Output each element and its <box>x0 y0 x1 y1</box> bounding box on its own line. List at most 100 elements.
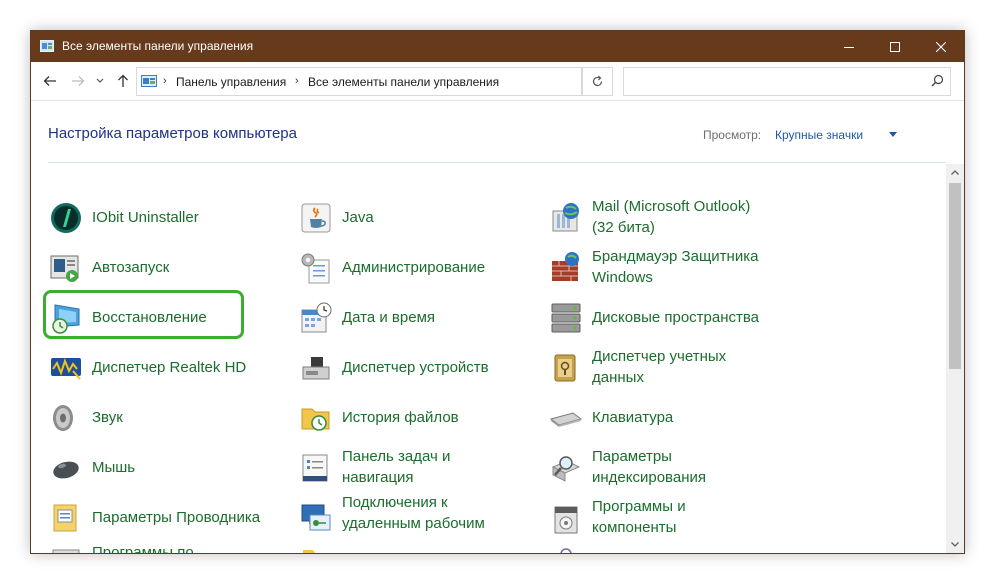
device-manager-icon <box>302 357 330 380</box>
item-date-time[interactable]: Дата и время <box>299 301 539 347</box>
minimize-button[interactable] <box>826 31 872 62</box>
iobit-icon <box>51 203 81 233</box>
item-label: Дисковые пространства <box>592 309 760 326</box>
breadcrumb-all-items[interactable]: Все элементы панели управления <box>308 75 499 89</box>
item-label-line: навигация <box>342 469 414 486</box>
item-label-line: данных <box>592 369 644 386</box>
item-label: Java <box>342 209 374 226</box>
recent-locations-button[interactable] <box>94 71 106 91</box>
close-icon <box>936 41 946 52</box>
scroll-up-button[interactable] <box>946 164 964 181</box>
item-label-line: Параметры <box>592 448 672 465</box>
search-input[interactable] <box>630 72 924 92</box>
item-programs-features[interactable]: Программы и компоненты <box>549 498 789 547</box>
item-indexing-options[interactable]: Параметры индексирования <box>549 448 789 497</box>
breadcrumb-separator-icon[interactable]: › <box>295 75 299 87</box>
view-label: Просмотр: <box>703 128 762 142</box>
vertical-scrollbar[interactable] <box>946 164 964 553</box>
item-realtek-hd[interactable]: Диспетчер Realtek HD <box>49 351 289 397</box>
item-mail-outlook[interactable]: Mail (Microsoft Outlook) (32 бита) <box>549 198 789 247</box>
item-mouse[interactable]: Мышь <box>49 451 289 497</box>
item-administration[interactable]: Администрирование <box>299 251 539 297</box>
back-button[interactable] <box>40 71 60 91</box>
firewall-icon <box>552 252 579 281</box>
title-bar[interactable]: Все элементы панели управления <box>31 31 964 62</box>
arrow-up-icon <box>118 74 128 87</box>
item-label: Подключения к удаленным рабочим <box>342 492 537 534</box>
address-bar[interactable]: › Панель управления › Все элементы панел… <box>136 67 672 96</box>
java-icon <box>301 203 331 233</box>
item-storage-spaces[interactable]: Дисковые пространства <box>549 301 789 347</box>
item-label: Администрирование <box>342 259 486 276</box>
item-label: Диспетчер учетных данных <box>592 346 787 388</box>
forward-button[interactable] <box>68 71 88 91</box>
item-label: Клавиатура <box>592 409 674 426</box>
view-mode-dropdown[interactable]: Крупные значки <box>775 128 863 142</box>
item-keyboard[interactable]: Клавиатура <box>549 401 789 447</box>
item-sound[interactable]: Звук <box>49 401 289 447</box>
breadcrumb-separator-icon[interactable]: › <box>163 75 167 87</box>
item-device-manager[interactable]: Диспетчер устройств <box>299 351 539 397</box>
item-label-line: Windows <box>592 269 653 286</box>
chevron-down-icon <box>951 542 959 547</box>
item-label: Параметры Проводника <box>92 509 261 526</box>
chevron-down-icon <box>96 78 104 83</box>
item-label-line: Подключения к <box>342 494 448 511</box>
item-partial-folder[interactable] <box>299 548 539 553</box>
item-label: История файлов <box>342 409 459 426</box>
refresh-button[interactable] <box>582 67 613 96</box>
maximize-button[interactable] <box>872 31 918 62</box>
item-remote-desktop[interactable]: Подключения к удаленным рабочим <box>299 494 539 547</box>
arrow-left-icon <box>43 76 56 86</box>
item-iobit-uninstaller[interactable]: IObit Uninstaller <box>49 201 289 247</box>
admin-tools-icon <box>301 253 330 284</box>
remote-desktop-icon <box>301 504 331 531</box>
item-label: Параметры индексирования <box>592 446 787 488</box>
item-label: Звук <box>92 409 123 426</box>
breadcrumb-control-panel[interactable]: Панель управления <box>176 75 286 89</box>
control-panel-icon <box>141 75 157 87</box>
item-label-line: удаленным рабочим <box>342 515 485 532</box>
item-label-line: Программы и <box>592 498 686 515</box>
speaker-icon <box>53 405 73 431</box>
arrow-right-icon <box>72 76 85 86</box>
credential-manager-icon <box>554 354 576 382</box>
item-defender-firewall[interactable]: Брандмауэр Защитника Windows <box>549 248 789 297</box>
item-explorer-options[interactable]: Параметры Проводника <box>49 501 289 547</box>
item-label: Мышь <box>92 459 136 476</box>
refresh-icon <box>592 75 603 87</box>
item-partial-magnifier[interactable] <box>549 548 789 553</box>
scroll-thumb[interactable] <box>949 183 961 369</box>
date-time-icon <box>301 302 332 333</box>
folder-icon <box>303 550 329 553</box>
item-label-line: Брандмауэр Защитника <box>592 248 759 265</box>
minimize-icon <box>844 46 854 48</box>
item-label-line: Диспетчер учетных <box>592 348 727 365</box>
item-label: Программы по <box>92 544 194 553</box>
content-header: Настройка параметров компьютера Просмотр… <box>48 101 946 163</box>
taskbar-icon <box>302 454 328 482</box>
item-default-programs[interactable]: Программы по <box>49 542 289 553</box>
item-label: Диспетчер устройств <box>342 359 489 376</box>
item-taskbar-navigation[interactable]: Панель задач и навигация <box>299 448 539 497</box>
search-box[interactable] <box>623 67 951 96</box>
item-label-line: Панель задач и <box>342 448 451 465</box>
control-panel-icon <box>40 40 54 52</box>
caret-down-icon[interactable] <box>889 132 897 137</box>
item-file-history[interactable]: История файлов <box>299 401 539 447</box>
file-history-icon <box>301 408 330 431</box>
search-icon[interactable] <box>931 74 944 87</box>
item-label: IObit Uninstaller <box>92 209 199 226</box>
indexing-icon <box>551 456 581 482</box>
page-title: Настройка параметров компьютера <box>48 125 297 142</box>
keyboard-icon <box>549 412 583 427</box>
up-button[interactable] <box>113 71 133 91</box>
close-button[interactable] <box>918 31 964 62</box>
chevron-up-icon <box>951 170 959 175</box>
window-title: Все элементы панели управления <box>62 39 254 53</box>
scroll-down-button[interactable] <box>946 536 964 553</box>
item-credential-manager[interactable]: Диспетчер учетных данных <box>549 348 789 397</box>
item-java[interactable]: Java <box>299 201 539 247</box>
navigation-bar: › Панель управления › Все элементы панел… <box>31 62 964 101</box>
item-label: Панель задач и навигация <box>342 446 537 488</box>
